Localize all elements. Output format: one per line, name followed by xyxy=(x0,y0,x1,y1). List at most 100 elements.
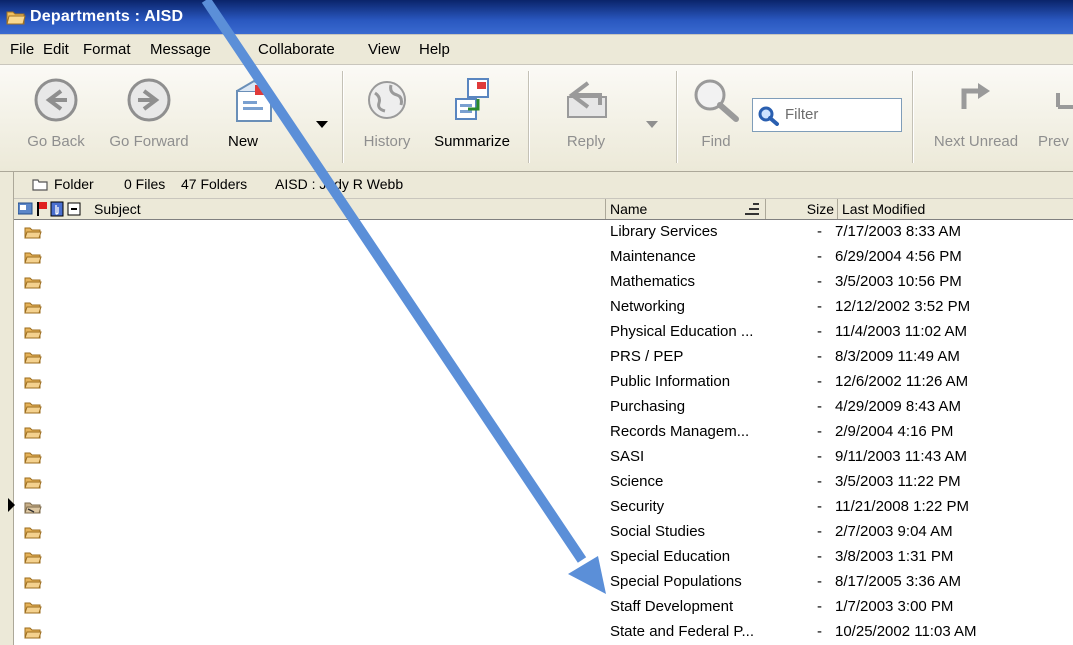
folder-outline-icon xyxy=(32,179,48,191)
subject-header-label: Subject xyxy=(94,201,141,217)
size-header-label: Size xyxy=(806,201,834,217)
list-item[interactable]: Social Studies -2/7/2003 9:04 AM xyxy=(14,520,1073,545)
folder-modified: 6/29/2004 4:56 PM xyxy=(835,248,962,265)
list-item[interactable]: Networking -12/12/2002 3:52 PM xyxy=(14,295,1073,320)
reply-dropdown-arrow-icon[interactable] xyxy=(646,121,658,128)
new-dropdown-arrow-icon[interactable] xyxy=(316,121,328,128)
folder-size: - xyxy=(817,398,822,415)
folder-name: SASI xyxy=(610,448,645,465)
reply-icon xyxy=(567,81,607,118)
column-header: Subject Name Size Last Modified xyxy=(14,199,1073,220)
folder-icon xyxy=(24,377,42,389)
folder-size: - xyxy=(817,298,822,315)
list-item[interactable]: Mathematics -3/5/2003 10:56 PM xyxy=(14,270,1073,295)
history-button[interactable]: History xyxy=(356,65,418,171)
folder-name: Networking xyxy=(610,298,686,315)
menu-format[interactable]: Format xyxy=(83,41,131,58)
folder-modified: 4/29/2009 8:43 AM xyxy=(835,398,961,415)
find-label: Find xyxy=(701,133,731,150)
folder-modified: 2/7/2003 9:04 AM xyxy=(835,523,953,540)
name-header-label: Name xyxy=(610,201,648,217)
folder-name: Physical Education ... xyxy=(610,323,754,340)
list-item[interactable]: Records Managem... -2/9/2004 4:16 PM xyxy=(14,420,1073,445)
list-item[interactable]: Special Populations -8/17/2005 3:36 AM xyxy=(14,570,1073,595)
new-button[interactable]: New xyxy=(212,65,296,171)
next-unread-button[interactable]: Next Unread xyxy=(926,65,1026,171)
folder-icon xyxy=(24,252,42,264)
find-button[interactable]: Find xyxy=(688,65,744,171)
folder-modified: 1/7/2003 3:00 PM xyxy=(835,598,954,615)
menu-help[interactable]: Help xyxy=(419,41,450,58)
info-folder-label: Folder xyxy=(54,176,94,192)
sort-icon xyxy=(745,203,759,215)
list-item[interactable]: Security -11/21/2008 1:22 PM xyxy=(14,495,1073,520)
list-item[interactable]: Library Services -7/17/2003 8:33 AM xyxy=(14,220,1073,245)
menu-message[interactable]: Message xyxy=(150,41,211,58)
list-item[interactable]: Maintenance -6/29/2004 4:56 PM xyxy=(14,245,1073,270)
folder-name: Public Information xyxy=(610,373,731,390)
menu-edit[interactable]: Edit xyxy=(43,41,69,58)
folder-info-bar: Folder 0 Files 47 Folders AISD : Judy R … xyxy=(14,172,1073,199)
folder-modified: 3/5/2003 10:56 PM xyxy=(835,273,962,290)
prev-button[interactable]: Prev xyxy=(1034,65,1073,171)
prev-label: Prev xyxy=(1038,133,1069,150)
folder-modified: 10/25/2002 11:03 AM xyxy=(835,623,977,640)
history-label: History xyxy=(363,133,411,150)
list-item[interactable]: Staff Development -1/7/2003 3:00 PM xyxy=(14,595,1073,620)
list-item[interactable]: Science -3/5/2003 11:22 PM xyxy=(14,470,1073,495)
folder-name: Records Managem... xyxy=(610,423,750,440)
folder-icon xyxy=(24,327,42,339)
last-modified-column-header[interactable]: Last Modified xyxy=(838,199,1073,219)
name-column-header[interactable]: Name xyxy=(606,199,766,219)
folder-name: Special Education xyxy=(610,548,731,565)
list-item[interactable]: Special Education -3/8/2003 1:31 PM xyxy=(14,545,1073,570)
list-item[interactable]: Public Information -12/6/2002 11:26 AM xyxy=(14,370,1073,395)
menu-file[interactable]: File xyxy=(10,41,34,58)
next-unread-label: Next Unread xyxy=(933,133,1019,150)
folder-icon xyxy=(24,402,42,414)
folder-icon xyxy=(24,552,42,564)
folder-icon xyxy=(6,11,26,25)
folder-modified: 11/4/2003 11:02 AM xyxy=(835,323,968,340)
summarize-button[interactable]: Summarize xyxy=(428,65,516,171)
menu-view[interactable]: View xyxy=(368,41,400,58)
go-back-button[interactable]: Go Back xyxy=(18,65,94,171)
folder-modified: 8/3/2009 11:49 AM xyxy=(835,348,960,365)
toolbar-separator xyxy=(342,71,344,163)
toolbar-separator xyxy=(676,71,678,163)
prev-icon xyxy=(1056,93,1073,109)
folder-name: PRS / PEP xyxy=(610,348,684,365)
list-item[interactable]: SASI -9/11/2003 11:43 AM xyxy=(14,445,1073,470)
go-forward-button[interactable]: Go Forward xyxy=(100,65,198,171)
folder-size: - xyxy=(817,423,822,440)
toolbar-separator xyxy=(912,71,914,163)
list-item[interactable]: Purchasing -4/29/2009 8:43 AM xyxy=(14,395,1073,420)
folder-icon xyxy=(24,227,42,239)
folder-modified: 3/8/2003 1:31 PM xyxy=(835,548,954,565)
list-item[interactable]: PRS / PEP -8/3/2009 11:49 AM xyxy=(14,345,1073,370)
folder-size: - xyxy=(817,498,822,515)
reply-button[interactable]: Reply xyxy=(548,65,624,171)
folder-size: - xyxy=(817,273,822,290)
folder-icon xyxy=(24,302,42,314)
info-folder-count: 47 Folders xyxy=(181,176,248,192)
subject-column-header[interactable]: Subject xyxy=(14,199,606,219)
locked-folder-icon xyxy=(24,502,42,514)
folder-modified: 8/17/2005 3:36 AM xyxy=(835,573,961,590)
folder-icon xyxy=(24,627,42,639)
folder-icon xyxy=(24,427,42,439)
next-unread-icon xyxy=(961,83,990,109)
new-message-icon xyxy=(236,79,272,122)
folder-size: - xyxy=(817,523,822,540)
reply-label: Reply xyxy=(566,133,606,150)
menu-collaborate[interactable]: Collaborate xyxy=(258,41,335,58)
folder-icon xyxy=(24,352,42,364)
folder-size: - xyxy=(817,348,822,365)
size-column-header[interactable]: Size xyxy=(766,199,838,219)
list-item[interactable]: State and Federal P... -10/25/2002 11:03 … xyxy=(14,620,1073,645)
list-item[interactable]: Physical Education ... -11/4/2003 11:02 A… xyxy=(14,320,1073,345)
toolbar-separator xyxy=(528,71,530,163)
filter-input[interactable]: Filter xyxy=(752,98,902,132)
new-label: New xyxy=(227,133,258,150)
folder-name: Maintenance xyxy=(610,248,696,265)
